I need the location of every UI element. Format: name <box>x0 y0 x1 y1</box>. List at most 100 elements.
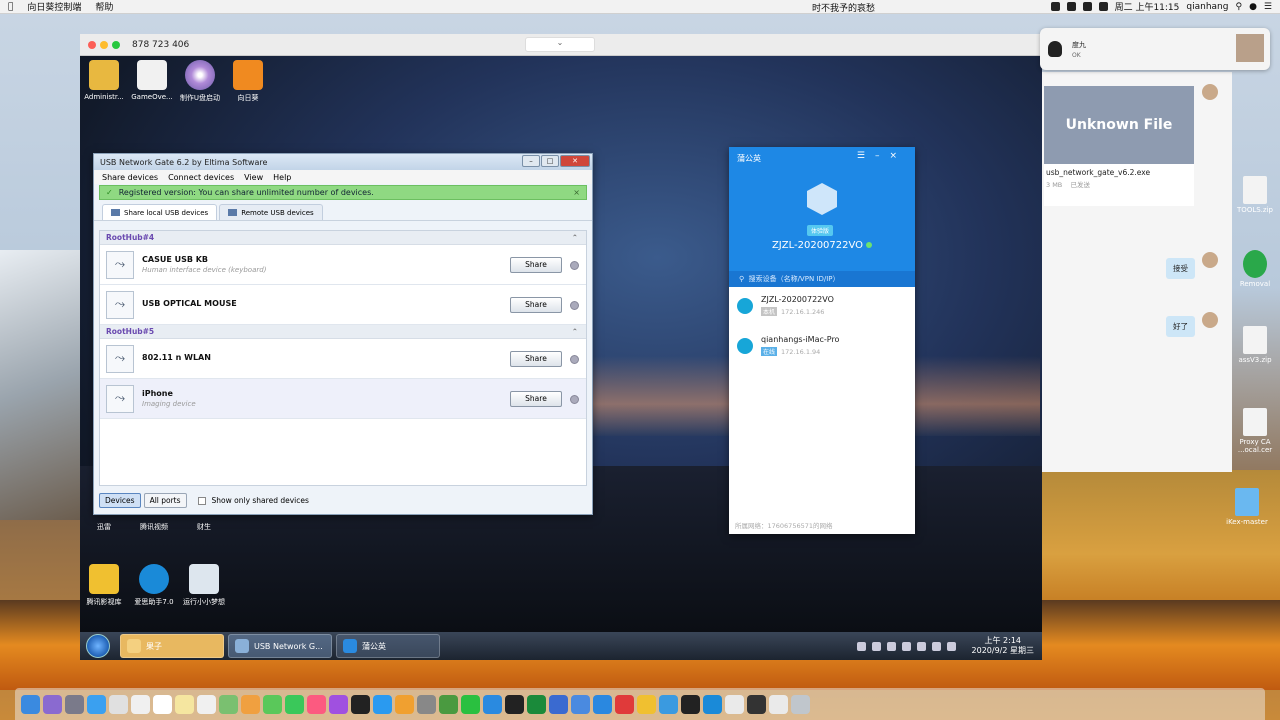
taskbar-item[interactable]: 果子 <box>120 634 224 658</box>
photos-icon[interactable] <box>241 694 260 714</box>
search-input[interactable]: ⚲ 搜索设备（名称/VPN ID/IP） <box>729 271 915 287</box>
facetime-icon[interactable] <box>285 694 304 714</box>
avatar[interactable] <box>1202 84 1218 100</box>
tray-icon[interactable] <box>871 641 881 651</box>
chrome-icon[interactable] <box>439 694 458 714</box>
desktop-icon[interactable]: 腾讯视频 <box>130 522 178 532</box>
status-icon[interactable] <box>570 301 579 310</box>
desktop-icon[interactable]: 腾讯影视库 <box>80 564 128 607</box>
podcasts-icon[interactable] <box>329 694 348 714</box>
app-icon[interactable] <box>527 694 546 714</box>
desktop-icon[interactable]: 制作U盘启动 <box>176 60 224 103</box>
device-row[interactable]: ⤳ CASUE USB KB Human interface device (k… <box>100 245 586 285</box>
wechat-icon[interactable] <box>461 694 480 714</box>
share-button[interactable]: Share <box>510 391 562 407</box>
desktop-icon[interactable]: GameOve... <box>128 60 176 101</box>
collapse-icon[interactable]: ⌃ <box>572 233 578 242</box>
desktop-icon[interactable]: Administr... <box>80 60 128 101</box>
desktop-icon[interactable]: Proxy CA ...ocal.cer <box>1230 408 1280 454</box>
books-icon[interactable] <box>395 694 414 714</box>
window-icon[interactable] <box>747 694 766 714</box>
apple-icon[interactable]:  <box>8 2 13 12</box>
device-row[interactable]: ⤳ iPhone Imaging device Share <box>100 379 586 419</box>
collapse-icon[interactable]: ⌃ <box>572 327 578 336</box>
qq-notification[interactable]: 度九 OK <box>1040 28 1270 70</box>
tray-icon[interactable] <box>916 641 926 651</box>
launchpad-icon[interactable] <box>65 694 84 714</box>
minimize-icon[interactable] <box>100 40 108 49</box>
file-message[interactable]: Unknown File usb_network_gate_v6.2.exe 3… <box>1044 86 1194 206</box>
spotlight-icon[interactable]: ⚲ <box>1235 2 1242 12</box>
calendar-icon[interactable] <box>153 694 172 714</box>
tray-icon[interactable] <box>886 641 896 651</box>
vscode-icon[interactable] <box>483 694 502 714</box>
maximize-button[interactable]: □ <box>541 155 559 167</box>
notification-center-icon[interactable]: ☰ <box>1264 2 1272 12</box>
close-icon[interactable]: × <box>573 188 580 197</box>
trash-icon[interactable] <box>791 694 810 714</box>
toolbar-dropdown[interactable]: ⌄ <box>525 37 595 52</box>
desktop-icon[interactable]: iKex-master <box>1222 488 1272 526</box>
avatar[interactable] <box>1202 312 1218 328</box>
desktop-icon[interactable]: 爱思助手7.0 <box>130 564 178 607</box>
close-icon[interactable] <box>88 40 96 49</box>
menu-help[interactable]: 帮助 <box>95 0 113 13</box>
window-controls[interactable]: ☰–× <box>857 151 907 161</box>
settings-icon[interactable] <box>417 694 436 714</box>
device-row[interactable]: ⤳ 802.11 n WLAN Share <box>100 339 586 379</box>
appstore-icon[interactable] <box>373 694 392 714</box>
siri-icon[interactable] <box>43 694 62 714</box>
tray-icon[interactable] <box>856 641 866 651</box>
finder-icon[interactable] <box>21 694 40 714</box>
i4-icon[interactable] <box>703 694 722 714</box>
desktop-icon[interactable]: assV3.zip <box>1230 326 1280 364</box>
desktop-icon[interactable]: 运行小小梦想 <box>180 564 228 607</box>
status-icon[interactable] <box>570 355 579 364</box>
share-button[interactable]: Share <box>510 351 562 367</box>
close-button[interactable]: ✕ <box>560 155 590 167</box>
menubar-time[interactable]: 周二 上午11:15 <box>1115 0 1180 13</box>
status-icon[interactable] <box>570 395 579 404</box>
wifi-icon[interactable] <box>1082 2 1092 11</box>
tab-share-local[interactable]: Share local USB devices <box>102 204 218 220</box>
maps-icon[interactable] <box>219 694 238 714</box>
taskbar-item[interactable]: USB Network G... <box>228 634 332 658</box>
sunflower-icon[interactable] <box>637 694 656 714</box>
taskbar-item[interactable]: 蒲公英 <box>336 634 440 658</box>
terminal-icon[interactable] <box>505 694 524 714</box>
desktop-icon[interactable]: TOOLS.zip <box>1230 176 1280 214</box>
share-button[interactable]: Share <box>510 297 562 313</box>
menu-share-devices[interactable]: Share devices <box>102 173 158 182</box>
hub-header[interactable]: RootHub#4 ⌃ <box>100 231 586 245</box>
status-icon[interactable] <box>1066 2 1076 11</box>
document-icon[interactable] <box>725 694 744 714</box>
obs-icon[interactable] <box>681 694 700 714</box>
app-icon[interactable] <box>659 694 678 714</box>
safari-icon[interactable] <box>87 694 106 714</box>
taskbar-clock[interactable]: 上午 2:14 2020/9/2 星期三 <box>972 636 1034 656</box>
desktop-icon[interactable]: 财生 <box>180 522 228 532</box>
network-icon[interactable] <box>931 641 941 651</box>
app-icon[interactable] <box>549 694 568 714</box>
app-icon[interactable] <box>571 694 590 714</box>
device-row[interactable]: ⤳ USB OPTICAL MOUSE Share <box>100 285 586 325</box>
desktop-icon[interactable]: Removal <box>1230 250 1280 288</box>
mail-icon[interactable] <box>109 694 128 714</box>
now-playing-song[interactable]: 时不我予的哀愁 <box>812 1 875 14</box>
menu-view[interactable]: View <box>244 173 263 182</box>
reminders-icon[interactable] <box>197 694 216 714</box>
zoom-icon[interactable] <box>112 40 120 49</box>
volume-icon[interactable] <box>946 641 956 651</box>
notes-icon[interactable] <box>175 694 194 714</box>
start-button[interactable] <box>86 634 110 658</box>
tray-icon[interactable] <box>901 641 911 651</box>
app-icon[interactable] <box>593 694 612 714</box>
menu-help[interactable]: Help <box>273 173 291 182</box>
only-shared-checkbox[interactable] <box>197 496 206 505</box>
peer-row[interactable]: qianhangs-iMac-Pro 在线 172.16.1.94 <box>729 327 915 367</box>
contacts-icon[interactable] <box>131 694 150 714</box>
menubar-user[interactable]: qianhang <box>1186 2 1228 12</box>
minimize-button[interactable]: – <box>522 155 540 167</box>
peer-row[interactable]: ZJZL-20200722VO 本机 172.16.1.246 <box>729 287 915 327</box>
menu-app-name[interactable]: 向日葵控制端 <box>27 0 81 13</box>
